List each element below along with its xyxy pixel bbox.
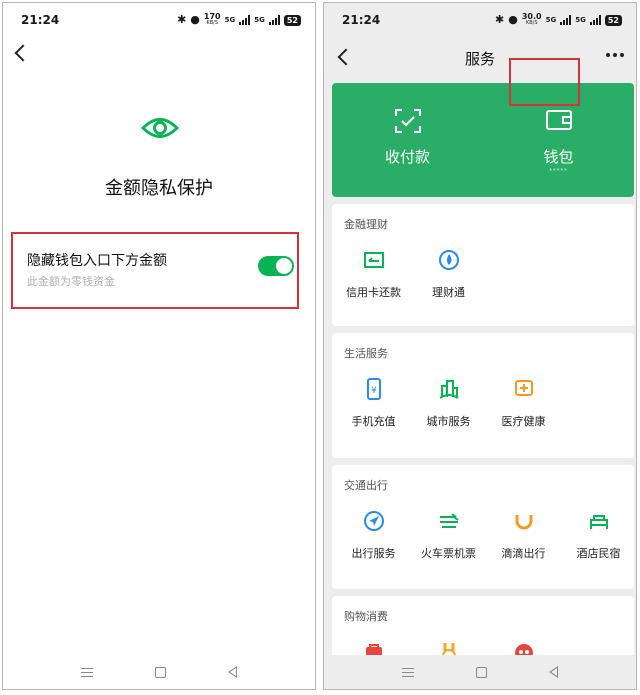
network-speed: 30.0 KB/S (521, 12, 542, 27)
page-title: 金额隐私保护 (105, 178, 213, 199)
mobile-recharge-item[interactable]: ¥ 手机充值 (336, 378, 411, 438)
svg-text:¥: ¥ (371, 386, 377, 396)
pay-label: 收付款 (384, 148, 430, 166)
network-type-2: 5G (575, 16, 586, 24)
network-speed: 170 KB/S (203, 12, 221, 27)
system-nav-bar (3, 655, 315, 689)
licaitong-item[interactable]: 理财通 (411, 249, 486, 309)
life-services-section: 生活服务 ¥ 手机充值 城市服务 医疗健康 (332, 333, 634, 458)
hide-amount-toggle[interactable] (258, 256, 294, 276)
section-title: 购物消费 (344, 610, 388, 623)
medical-cross-icon (515, 380, 533, 396)
toggle-knob (276, 258, 292, 274)
city-services-item[interactable]: 城市服务 (411, 378, 486, 438)
location-icon: ● (190, 13, 200, 26)
section-title: 交通出行 (344, 479, 388, 492)
section-title: 生活服务 (344, 347, 388, 360)
services-screen: 21:24 ✱ ● 30.0 KB/S 5G 5G 52 服务 收付款 钱包 *… (323, 2, 637, 690)
credit-card-repay-item[interactable]: 信用卡还款 (336, 249, 411, 309)
status-time: 21:24 (21, 13, 60, 27)
healthcare-item[interactable]: 医疗健康 (486, 378, 561, 438)
section-title: 金融理财 (344, 218, 388, 231)
travel-services-item[interactable]: 出行服务 (336, 510, 411, 570)
home-icon[interactable] (155, 666, 166, 678)
signal-icon-2 (589, 15, 601, 25)
wallet-label: 钱包 (543, 148, 574, 166)
signal-icon (560, 15, 572, 25)
signal-icon-2 (268, 15, 280, 25)
wallet-balance-masked: ***** (549, 168, 568, 175)
bluetooth-icon: ✱ (495, 13, 505, 26)
train-plane-icon (440, 513, 459, 528)
hotel-homestay-item[interactable]: 酒店民宿 (561, 510, 636, 570)
header-title: 服务 (464, 50, 495, 68)
back-arrow-icon[interactable] (14, 44, 32, 62)
status-time: 21:24 (342, 13, 381, 27)
network-type-1: 5G (545, 16, 557, 24)
finance-section: 金融理财 信用卡还款 理财通 (332, 204, 634, 326)
phone-recharge-icon: ¥ (367, 378, 381, 400)
eye-icon (140, 118, 180, 138)
recent-apps-icon[interactable] (81, 667, 93, 677)
status-bar: 21:24 ✱ ● 170 KB/S 5G 5G 52 (3, 3, 315, 39)
location-icon: ● (508, 13, 518, 26)
wallet-highlight-box (509, 58, 580, 106)
hide-amount-setting[interactable]: 隐藏钱包入口下方金额 此金额为零钱资金 (11, 232, 299, 309)
didi-item[interactable]: 滴滴出行 (486, 510, 561, 570)
more-options-icon[interactable] (606, 53, 624, 57)
network-type-1: 5G (224, 16, 236, 24)
privacy-screen: 21:24 ✱ ● 170 KB/S 5G 5G 52 金额隐私保护 隐藏钱包入… (2, 2, 316, 690)
hotel-bed-icon (590, 515, 608, 529)
credit-card-icon (364, 252, 384, 268)
setting-subtitle: 此金额为零钱资金 (27, 275, 115, 288)
pay-receive-button[interactable]: 收付款 (332, 83, 483, 197)
scan-pay-icon (395, 109, 421, 133)
nav-back-icon[interactable] (228, 666, 237, 678)
didi-icon (515, 515, 533, 530)
recent-apps-icon[interactable] (402, 667, 414, 677)
setting-title: 隐藏钱包入口下方金额 (27, 253, 167, 269)
bluetooth-icon: ✱ (177, 13, 187, 26)
network-type-2: 5G (254, 16, 265, 24)
battery-icon: 52 (283, 14, 301, 26)
train-flight-tickets-item[interactable]: 火车票机票 (411, 510, 486, 570)
navigation-icon (364, 511, 384, 531)
transport-section: 交通出行 出行服务 火车票机票 滴滴出行 酒店民宿 (332, 465, 634, 589)
nav-back-icon[interactable] (549, 666, 558, 678)
licaitong-icon (439, 250, 459, 270)
signal-icon (239, 15, 251, 25)
battery-icon: 52 (604, 14, 622, 26)
home-icon[interactable] (476, 666, 487, 678)
status-bar: 21:24 ✱ ● 30.0 KB/S 5G 5G 52 (324, 3, 636, 39)
city-buildings-icon (439, 380, 459, 399)
wallet-icon (546, 110, 572, 130)
system-nav-bar (324, 655, 636, 689)
status-icons: ✱ ● 30.0 KB/S 5G 5G 52 (495, 13, 622, 27)
status-icons: ✱ ● 170 KB/S 5G 5G 52 (177, 13, 301, 27)
payment-wallet-card: 收付款 钱包 ***** (332, 83, 634, 197)
